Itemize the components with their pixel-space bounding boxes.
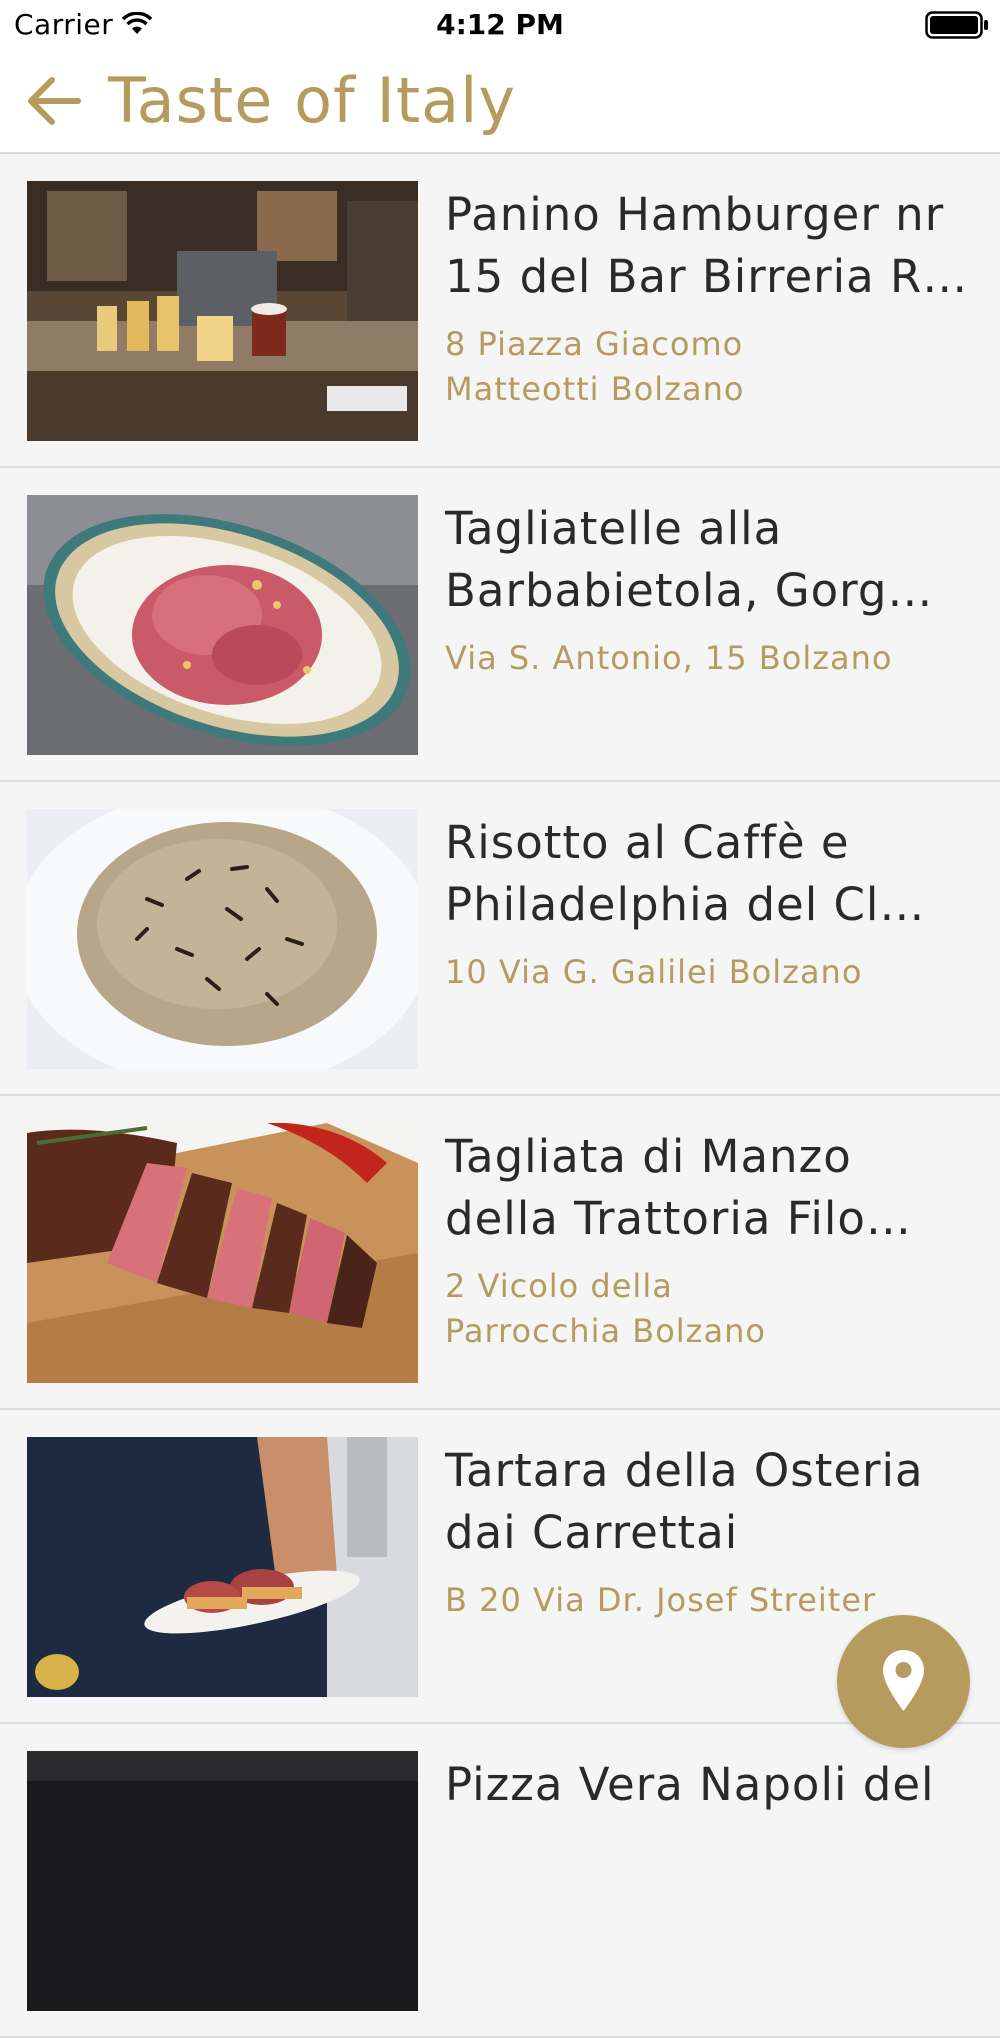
item-address: Via S. Antonio, 15 Bolzano: [445, 639, 893, 677]
item-title: Tagliatelle alla Barbabietola, Gorg…: [445, 502, 934, 617]
item-address: 10 Via G. Galilei Bolzano: [445, 953, 863, 991]
item-title: Tagliata di Manzo della Trattoria Filo…: [445, 1130, 912, 1245]
map-button[interactable]: [837, 1615, 970, 1748]
map-pin-icon: [883, 1650, 924, 1711]
tagliata-image: [27, 1123, 418, 1383]
tartare-image: [27, 1437, 418, 1697]
item-address: 2 Vicolo della Parrocchia Bolzano: [445, 1267, 766, 1350]
arrow-left-icon: [28, 77, 81, 125]
pizza-image: [27, 1751, 418, 2011]
bar-counter-image: [27, 181, 418, 441]
status-time: 4:12 PM: [436, 8, 564, 41]
status-bar: Carrier 4:12 PM: [0, 0, 1000, 50]
risotto-image: [27, 809, 418, 1069]
battery-icon: [925, 11, 988, 39]
item-address: 8 Piazza Giacomo Matteotti Bolzano: [445, 325, 745, 408]
back-button[interactable]: [20, 68, 92, 134]
list-item[interactable]: Panino Hamburger nr 15 del Bar Birreria …: [0, 154, 1000, 468]
list-item[interactable]: Pizza Vera Napoli del: [0, 1724, 1000, 2038]
item-title: Tartara della Osteria dai Carrettai: [445, 1444, 924, 1559]
tagliatelle-image: [27, 495, 418, 755]
item-title: Pizza Vera Napoli del: [445, 1758, 935, 1811]
list-item[interactable]: Tagliata di Manzo della Trattoria Filo… …: [0, 1096, 1000, 1410]
nav-bar: Taste of Italy: [0, 50, 1000, 154]
list-item[interactable]: Risotto al Caffè e Philadelphia del Cl… …: [0, 782, 1000, 1096]
list-item[interactable]: Tagliatelle alla Barbabietola, Gorg… Via…: [0, 468, 1000, 782]
page-title: Taste of Italy: [108, 64, 517, 137]
item-title: Risotto al Caffè e Philadelphia del Cl…: [445, 816, 926, 931]
item-title: Panino Hamburger nr 15 del Bar Birreria …: [445, 188, 969, 303]
